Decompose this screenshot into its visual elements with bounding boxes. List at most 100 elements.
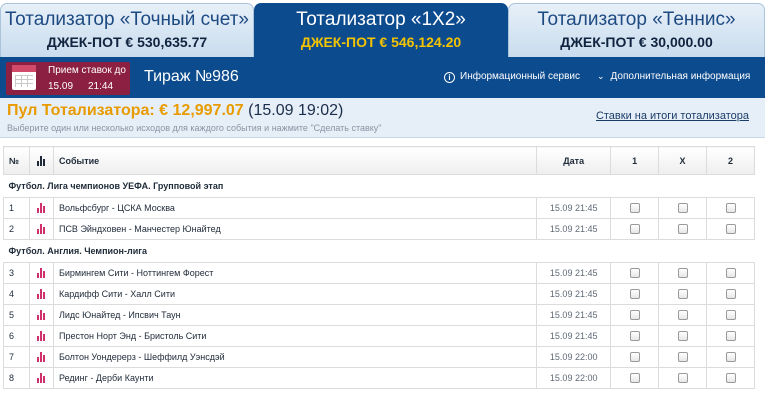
outcome-x-checkbox[interactable] bbox=[677, 352, 688, 363]
event-date: 15.09 21:45 bbox=[536, 262, 612, 284]
outcome-1-checkbox[interactable] bbox=[629, 224, 640, 235]
event-stats[interactable] bbox=[28, 197, 54, 219]
event-row: 1 Вольфсбург - ЦСКА Москва 15.09 21:45 bbox=[3, 197, 755, 219]
table-header: № Событие Дата 1 X 2 bbox=[3, 146, 755, 175]
event-stats[interactable] bbox=[28, 325, 54, 347]
outcome-x-checkbox[interactable] bbox=[677, 224, 688, 235]
event-row: 2 ПСВ Эйндховен - Манчестер Юнайтед 15.09 … bbox=[3, 218, 755, 240]
outcome-2-checkbox[interactable] bbox=[725, 289, 736, 300]
outcome-1-checkbox[interactable] bbox=[629, 352, 640, 363]
outcome-1-cell bbox=[610, 218, 660, 240]
bar-chart-icon bbox=[36, 155, 46, 166]
pool-panel: Пул Тотализатора: € 12,997.07 (15.09 19:… bbox=[0, 98, 765, 138]
event-name: Бирмингем Сити - Ноттингем Форест bbox=[52, 262, 538, 284]
outcome-2-checkbox[interactable] bbox=[725, 352, 736, 363]
tab-jackpot: ДЖЕК-ПОТ € 546,124.20 bbox=[300, 34, 462, 50]
event-date: 15.09 21:45 bbox=[536, 197, 612, 219]
outcome-x-cell bbox=[658, 367, 708, 389]
bar-chart-icon[interactable] bbox=[36, 289, 46, 300]
outcome-2-cell bbox=[706, 197, 755, 219]
bar-chart-icon[interactable] bbox=[36, 310, 46, 321]
event-name: Болтон Уондерерз - Шеффилд Уэнсдэй bbox=[52, 346, 538, 368]
event-stats[interactable] bbox=[28, 346, 54, 368]
bets-deadline: Прием ставок до 15.09 21:44 bbox=[6, 62, 130, 95]
pool-hint: Выберите один или несколько исходов для … bbox=[7, 123, 382, 133]
event-number: 8 bbox=[3, 367, 30, 389]
outcome-2-cell bbox=[706, 325, 755, 347]
event-row: 7 Болтон Уондерерз - Шеффилд Уэнсдэй 15.09… bbox=[3, 346, 755, 368]
outcome-1-checkbox[interactable] bbox=[629, 268, 640, 279]
event-name: Рединг - Дерби Каунти bbox=[52, 367, 538, 389]
outcome-1-checkbox[interactable] bbox=[629, 310, 640, 321]
tab-exact-score[interactable]: Тотализатор «Точный счет» ДЖЕК-ПОТ € 530… bbox=[0, 3, 254, 57]
tab-title: Тотализатор «Теннис» bbox=[537, 9, 736, 30]
event-group-row: Футбол. Лига чемпионов УЕФА. Групповой э… bbox=[3, 174, 755, 198]
event-stats[interactable] bbox=[28, 283, 54, 305]
tab-jackpot: ДЖЕК-ПОТ € 30,000.00 bbox=[560, 34, 713, 50]
outcome-1-checkbox[interactable] bbox=[629, 331, 640, 342]
outcome-2-checkbox[interactable] bbox=[725, 331, 736, 342]
outcome-x-checkbox[interactable] bbox=[677, 289, 688, 300]
draw-title: Тираж №986 bbox=[144, 68, 239, 85]
event-group-title: Футбол. Лига чемпионов УЕФА. Групповой э… bbox=[3, 174, 755, 198]
totalizator-tabs: Тотализатор «Точный счет» ДЖЕК-ПОТ € 530… bbox=[0, 0, 765, 57]
outcome-1-checkbox[interactable] bbox=[629, 373, 640, 384]
bar-chart-icon[interactable] bbox=[36, 203, 46, 214]
event-date: 15.09 21:45 bbox=[536, 218, 612, 240]
info-service-link[interactable]: i Информационный сервис bbox=[444, 71, 580, 83]
bar-chart-icon[interactable] bbox=[36, 352, 46, 363]
events-table: № Событие Дата 1 X 2 Футбол. Лига чемпио… bbox=[3, 146, 755, 389]
event-row: 3 Бирмингем Сити - Ноттингем Форест 15.09 … bbox=[3, 262, 755, 284]
tab-jackpot: ДЖЕК-ПОТ € 530,635.77 bbox=[46, 34, 208, 50]
tab-title: Тотализатор «1Х2» bbox=[296, 9, 466, 30]
outcome-1-cell bbox=[610, 325, 660, 347]
bets-deadline-label: Прием ставок до bbox=[48, 65, 126, 76]
event-stats[interactable] bbox=[28, 304, 54, 326]
event-row: 6 Престон Норт Энд - Бристоль Сити 15.09 2… bbox=[3, 325, 755, 347]
outcome-1-cell bbox=[610, 304, 660, 326]
outcome-x-cell bbox=[658, 262, 708, 284]
outcome-x-checkbox[interactable] bbox=[677, 331, 688, 342]
bar-chart-icon[interactable] bbox=[36, 331, 46, 342]
column-date: Дата bbox=[536, 146, 612, 175]
outcome-x-cell bbox=[658, 325, 708, 347]
info-icon: i bbox=[444, 72, 455, 83]
pool-line: Пул Тотализатора: € 12,997.07 (15.09 19:… bbox=[7, 102, 343, 120]
outcome-x-checkbox[interactable] bbox=[677, 203, 688, 214]
extra-info-toggle[interactable]: ⌄ Дополнительная информация bbox=[597, 71, 750, 82]
outcome-x-checkbox[interactable] bbox=[677, 373, 688, 384]
outcome-2-cell bbox=[706, 367, 755, 389]
outcome-1-checkbox[interactable] bbox=[629, 289, 640, 300]
tab-tennis[interactable]: Тотализатор «Теннис» ДЖЕК-ПОТ € 30,000.0… bbox=[508, 3, 765, 57]
outcome-2-checkbox[interactable] bbox=[725, 224, 736, 235]
bar-chart-icon[interactable] bbox=[36, 268, 46, 279]
outcome-x-checkbox[interactable] bbox=[677, 268, 688, 279]
outcome-2-checkbox[interactable] bbox=[725, 310, 736, 321]
outcome-2-checkbox[interactable] bbox=[725, 373, 736, 384]
event-number: 5 bbox=[3, 304, 30, 326]
outcome-x-checkbox[interactable] bbox=[677, 310, 688, 321]
event-stats[interactable] bbox=[28, 367, 54, 389]
column-event: Событие bbox=[52, 146, 538, 175]
event-stats[interactable] bbox=[28, 262, 54, 284]
column-stats bbox=[28, 146, 54, 175]
outcome-2-cell bbox=[706, 304, 755, 326]
totalizator-results-bets-link[interactable]: Ставки на итоги тотализатора bbox=[596, 110, 749, 122]
event-name: Кардифф Сити - Халл Сити bbox=[52, 283, 538, 305]
bar-chart-icon[interactable] bbox=[36, 224, 46, 235]
outcome-1-cell bbox=[610, 283, 660, 305]
column-number: № bbox=[3, 146, 30, 175]
outcome-2-cell bbox=[706, 283, 755, 305]
event-number: 3 bbox=[3, 262, 30, 284]
outcome-2-cell bbox=[706, 218, 755, 240]
event-number: 4 bbox=[3, 283, 30, 305]
event-number: 1 bbox=[3, 197, 30, 219]
event-date: 15.09 21:45 bbox=[536, 304, 612, 326]
outcome-2-checkbox[interactable] bbox=[725, 268, 736, 279]
event-stats[interactable] bbox=[28, 218, 54, 240]
outcome-2-checkbox[interactable] bbox=[725, 203, 736, 214]
outcome-1-checkbox[interactable] bbox=[629, 203, 640, 214]
tab-1x2[interactable]: Тотализатор «1Х2» ДЖЕК-ПОТ € 546,124.20 bbox=[254, 3, 508, 57]
event-date: 15.09 22:00 bbox=[536, 367, 612, 389]
bar-chart-icon[interactable] bbox=[36, 373, 46, 384]
